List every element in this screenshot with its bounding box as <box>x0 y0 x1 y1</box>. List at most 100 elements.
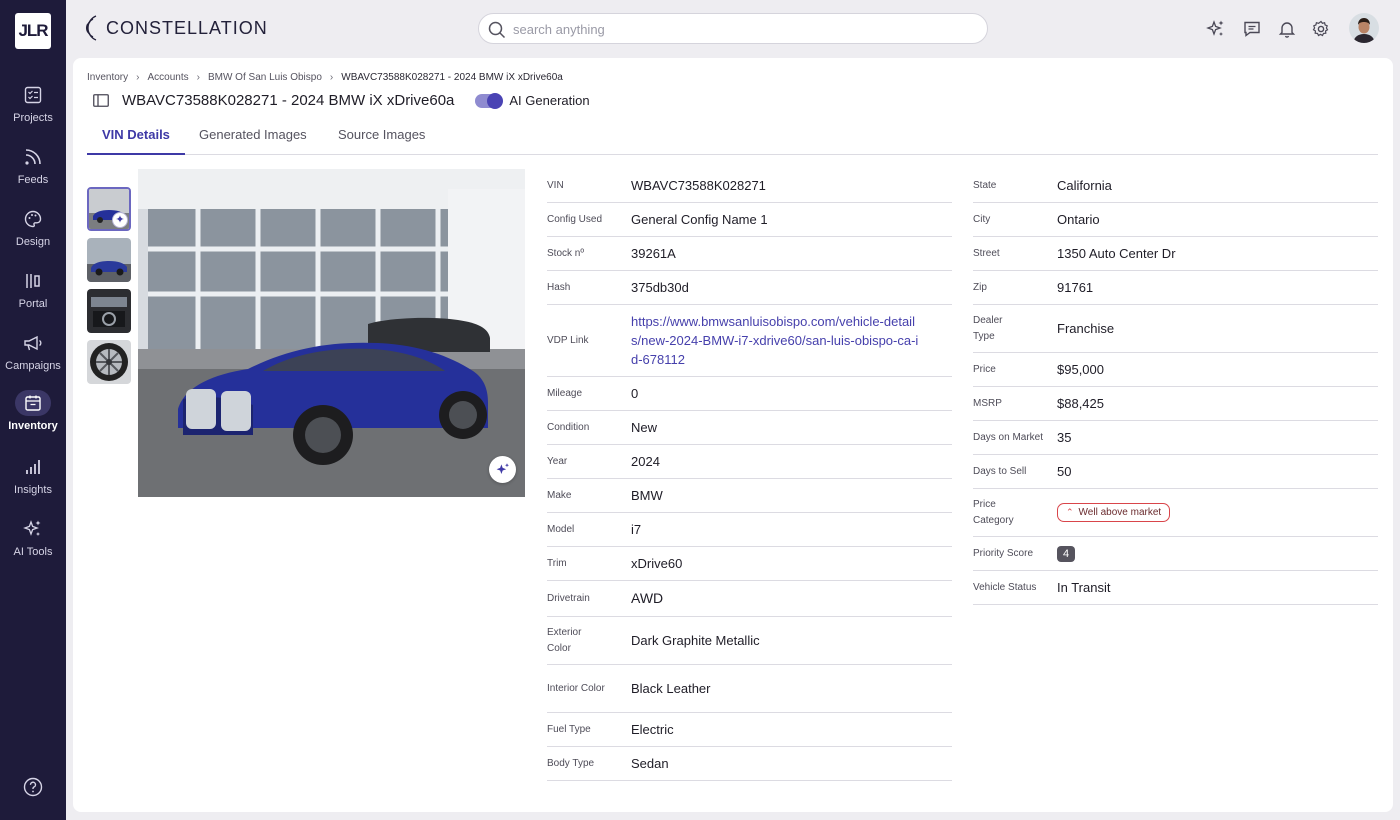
detail-value: New <box>631 420 658 435</box>
main-card: Inventory › Accounts › BMW Of San Luis O… <box>73 58 1393 812</box>
image-thumbnail[interactable] <box>87 289 131 333</box>
sidebar-item-label: AI Tools <box>13 546 53 558</box>
chat-icon[interactable] <box>1242 19 1262 39</box>
detail-row-exterior-color: Exterior Color Dark Graphite Metallic <box>547 617 952 665</box>
detail-row-make: Make BMW <box>547 479 952 513</box>
detail-row-state: State California <box>973 169 1378 203</box>
sidebar-item-feeds[interactable]: Feeds <box>0 144 66 200</box>
detail-key: Drivetrain <box>547 592 590 604</box>
sidebar-item-label: Inventory <box>8 420 58 432</box>
detail-value: 39261A <box>631 246 676 261</box>
detail-key: Zip <box>973 281 987 293</box>
detail-row-days-on-market: Days on Market 35 <box>973 421 1378 455</box>
sidebar-item-label: Feeds <box>17 174 49 186</box>
bar-chart-icon <box>15 454 51 480</box>
sidebar-item-ai-tools[interactable]: AI Tools <box>0 516 66 572</box>
breadcrumb-link-inventory[interactable]: Inventory <box>87 72 128 83</box>
sparkle-icon <box>15 516 51 542</box>
ai-generation-toggle[interactable] <box>475 92 504 109</box>
detail-key: Config Used <box>547 213 603 225</box>
detail-key: Vehicle Status <box>973 581 1037 593</box>
detail-value: Electric <box>631 722 674 737</box>
side-panel-toggle-icon[interactable] <box>93 94 109 107</box>
detail-value: xDrive60 <box>631 556 683 571</box>
detail-row-msrp: MSRP $88,425 <box>973 387 1378 421</box>
detail-row-hash: Hash 375db30d <box>547 271 952 305</box>
breadcrumb-link-dealer[interactable]: BMW Of San Luis Obispo <box>208 72 322 83</box>
detail-value: General Config Name 1 <box>631 212 768 227</box>
detail-value: California <box>1057 178 1112 193</box>
detail-value: AWD <box>631 590 664 606</box>
detail-row-config: Config Used General Config Name 1 <box>547 203 952 237</box>
feeds-icon <box>15 144 51 170</box>
projects-icon <box>15 82 51 108</box>
breadcrumb-link-accounts[interactable]: Accounts <box>147 72 188 83</box>
detail-value: $95,000 <box>1057 362 1104 377</box>
detail-key: Days on Market <box>973 431 1044 443</box>
detail-key: Days to Sell <box>973 465 1027 477</box>
ai-sparkle-icon[interactable] <box>1206 19 1226 39</box>
detail-row-mileage: Mileage 0 <box>547 377 952 411</box>
chevron-right-icon: › <box>136 72 140 83</box>
detail-key: State <box>973 179 997 191</box>
detail-key: VDP Link <box>547 334 589 346</box>
detail-row-priority-score: Priority Score 4 <box>973 537 1378 571</box>
sidebar-item-campaigns[interactable]: Campaigns <box>0 330 66 386</box>
dealer-details-table: State California City Ontario Street 1350 A… <box>973 169 1378 605</box>
sidebar-item-projects[interactable]: Projects <box>0 82 66 138</box>
detail-row-vin: VIN WBAVC73588K028271 <box>547 169 952 203</box>
double-chevron-up-icon: ⌃ <box>1066 507 1074 517</box>
tab-vin-details[interactable]: VIN Details <box>87 127 185 155</box>
detail-value: In Transit <box>1057 580 1111 595</box>
detail-row-body-type: Body Type Sedan <box>547 747 952 781</box>
detail-row-stock: Stock nº 39261A <box>547 237 952 271</box>
vehicle-details-table: VIN WBAVC73588K028271 Config Used General … <box>547 169 952 781</box>
sidebar-item-label: Portal <box>18 298 48 310</box>
image-thumbnail[interactable]: ✦ <box>87 187 131 231</box>
megaphone-icon <box>15 330 51 356</box>
portal-icon <box>15 268 51 294</box>
chevron-right-icon: › <box>329 72 334 83</box>
detail-key: Priority Score <box>973 547 1034 559</box>
user-avatar[interactable] <box>1349 13 1379 43</box>
detail-value: Sedan <box>631 756 669 771</box>
sidebar: JLR Projects Feeds Design Portal Campaig… <box>0 0 66 820</box>
tab-generated-images[interactable]: Generated Images <box>184 127 322 155</box>
detail-value: Dark Graphite Metallic <box>631 633 760 648</box>
help-icon[interactable] <box>23 777 43 797</box>
detail-value: 1350 Auto Center Dr <box>1057 246 1176 261</box>
detail-row-model: Model i7 <box>547 513 952 547</box>
image-thumbnail[interactable] <box>87 340 131 384</box>
ai-magic-button[interactable] <box>489 456 516 483</box>
search-input[interactable] <box>513 19 973 39</box>
tab-bar: VIN Details Generated Images Source Imag… <box>87 124 1378 155</box>
detail-row-condition: Condition New <box>547 411 952 445</box>
jlr-logo[interactable]: JLR <box>15 13 51 49</box>
ai-sparkle-icon <box>496 462 509 474</box>
detail-row-interior-color: Interior Color Black Leather <box>547 665 952 713</box>
sidebar-item-insights[interactable]: Insights <box>0 454 66 510</box>
image-thumbnail[interactable] <box>87 238 131 282</box>
detail-row-year: Year 2024 <box>547 445 952 479</box>
gear-icon[interactable] <box>1311 19 1331 39</box>
search-bar[interactable] <box>478 13 988 44</box>
inventory-icon <box>15 390 51 416</box>
vdp-link[interactable]: https://www.bmwsanluisobispo.com/vehicle… <box>631 312 921 369</box>
breadcrumb-current: WBAVC73588K028271 - 2024 BMW iX xDrive60… <box>341 72 563 83</box>
priority-score-badge: 4 <box>1057 545 1076 562</box>
bell-icon[interactable] <box>1277 19 1297 39</box>
detail-key: Model <box>547 523 575 535</box>
detail-value: BMW <box>631 488 663 503</box>
sidebar-item-design[interactable]: Design <box>0 206 66 262</box>
detail-key: Hash <box>547 281 571 293</box>
detail-key: Year <box>547 455 568 467</box>
sidebar-item-label: Campaigns <box>5 360 61 372</box>
sidebar-item-label: Projects <box>13 112 53 124</box>
detail-row-trim: Trim xDrive60 <box>547 547 952 581</box>
sidebar-item-inventory[interactable]: Inventory <box>0 390 66 446</box>
brand[interactable]: CONSTELLATION <box>80 14 268 42</box>
sidebar-item-portal[interactable]: Portal <box>0 268 66 324</box>
main-vehicle-image[interactable] <box>138 169 525 497</box>
tab-source-images[interactable]: Source Images <box>323 127 440 155</box>
constellation-logo-icon <box>86 15 97 41</box>
